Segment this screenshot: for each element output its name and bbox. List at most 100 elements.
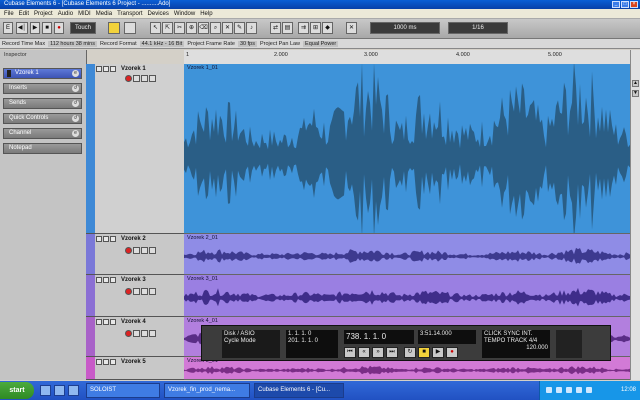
- mute-button[interactable]: [96, 319, 102, 325]
- close-button[interactable]: ×: [630, 1, 638, 8]
- monitor-enable-button[interactable]: [133, 247, 140, 254]
- edit-icon[interactable]: e: [72, 70, 79, 77]
- write-automation-button[interactable]: [149, 247, 156, 254]
- menu-project[interactable]: Project: [34, 11, 53, 17]
- monitor-button[interactable]: [110, 359, 116, 365]
- auto-scroll-icon[interactable]: ⇉: [298, 22, 309, 34]
- mute-button[interactable]: [96, 359, 102, 365]
- track-header-2[interactable]: Vzorek 2: [86, 234, 184, 275]
- erase-tool-icon[interactable]: ⌫: [198, 22, 209, 34]
- taskbar-item-active[interactable]: Cubase Elements 6 - [Cu...: [254, 383, 344, 398]
- snap-icon[interactable]: ⇄: [270, 22, 281, 34]
- color-icon[interactable]: ◆: [322, 22, 333, 34]
- monitor-button[interactable]: [110, 277, 116, 283]
- monitor-enable-button[interactable]: [133, 75, 140, 82]
- primary-time-display[interactable]: 738. 1. 1. 0: [344, 330, 414, 344]
- solo-button[interactable]: [103, 359, 109, 365]
- crossfade-icon[interactable]: ✕: [346, 22, 357, 34]
- read-automation-button[interactable]: [141, 288, 148, 295]
- automation-mode[interactable]: Touch: [70, 22, 96, 34]
- record-enable-button[interactable]: [125, 288, 132, 295]
- record-format-value[interactable]: 44.1 kHz - 16 Bit: [139, 40, 185, 47]
- forward-button[interactable]: »: [372, 347, 384, 358]
- glue-tool-icon[interactable]: ⊕: [186, 22, 197, 34]
- record-enable-button[interactable]: [125, 247, 132, 254]
- inspector-sends[interactable]: Sends ↺: [3, 98, 82, 109]
- grid-icon[interactable]: ⊞: [310, 22, 321, 34]
- left-locator[interactable]: 1. 1. 1. 0: [288, 331, 336, 338]
- track-name[interactable]: Vzorek 3: [121, 277, 146, 283]
- read-automation-button[interactable]: [141, 330, 148, 337]
- go-to-end-button[interactable]: ⏭: [386, 347, 398, 358]
- start-button[interactable]: start: [0, 382, 34, 399]
- mute-tool-icon[interactable]: ✕: [222, 22, 233, 34]
- mute-button[interactable]: [96, 66, 102, 72]
- tray-icon[interactable]: [586, 387, 592, 393]
- menu-edit[interactable]: Edit: [19, 11, 29, 17]
- secondary-time-display[interactable]: 3:51.14.000: [418, 330, 476, 344]
- frame-rate-value[interactable]: 30 fps: [238, 40, 257, 47]
- signature-value[interactable]: 4/4: [529, 338, 537, 344]
- vertical-scrollbar[interactable]: ▲ ▼: [630, 50, 640, 380]
- monitor-button[interactable]: [110, 236, 116, 242]
- quick-launch-icon[interactable]: [40, 385, 51, 396]
- sync-value[interactable]: INT.: [522, 331, 533, 337]
- tempo-display[interactable]: CLICK SYNC INT. TEMPO TRACK 4/4 120.000: [482, 330, 550, 358]
- monitor-button[interactable]: [110, 319, 116, 325]
- bypass-icon[interactable]: ↺: [72, 100, 79, 107]
- snap-type-icon[interactable]: ▤: [282, 22, 293, 34]
- tray-icon[interactable]: [576, 387, 582, 393]
- zoom-tool-icon[interactable]: ⌕: [210, 22, 221, 34]
- timeline-ruler[interactable]: 1 2.000 3.000 4.000 5.000: [184, 50, 630, 65]
- solo-button[interactable]: [103, 277, 109, 283]
- go-to-start-button[interactable]: ◀│: [16, 22, 28, 34]
- record-button[interactable]: ●: [446, 347, 458, 358]
- menu-midi[interactable]: MIDI: [78, 11, 91, 17]
- select-tool-icon[interactable]: ↖: [150, 22, 161, 34]
- stop-button[interactable]: ■: [42, 22, 52, 34]
- write-automation-button[interactable]: [149, 288, 156, 295]
- go-to-start-button[interactable]: ⏮: [344, 347, 356, 358]
- quick-launch-icon[interactable]: [68, 385, 79, 396]
- record-enable-button[interactable]: [125, 330, 132, 337]
- rewind-button[interactable]: «: [358, 347, 370, 358]
- inspector-notepad[interactable]: Notepad: [3, 143, 82, 154]
- track-name[interactable]: Vzorek 1: [121, 66, 146, 72]
- solo-button[interactable]: [103, 236, 109, 242]
- record-button[interactable]: ●: [54, 22, 64, 34]
- inspector-inserts[interactable]: Inserts ↺: [3, 83, 82, 94]
- play-button[interactable]: ▶: [432, 347, 444, 358]
- cycle-button[interactable]: ↻: [404, 347, 416, 358]
- audio-event-1[interactable]: Vzorek 1_01: [184, 64, 630, 234]
- bypass-icon[interactable]: ↺: [72, 115, 79, 122]
- write-automation-button[interactable]: [149, 330, 156, 337]
- draw-tool-icon[interactable]: ✎: [234, 22, 245, 34]
- quick-launch-icon[interactable]: [54, 385, 65, 396]
- stop-button[interactable]: ■: [418, 347, 430, 358]
- track-name[interactable]: Vzorek 4: [121, 319, 146, 325]
- edit-icon[interactable]: e: [72, 130, 79, 137]
- right-locator[interactable]: 201. 1. 1. 0: [288, 338, 336, 345]
- menu-devices[interactable]: Devices: [148, 11, 169, 17]
- maximize-button[interactable]: □: [621, 1, 629, 8]
- track-name[interactable]: Vzorek 2: [121, 236, 146, 242]
- tray-icon[interactable]: [556, 387, 562, 393]
- read-automation-button[interactable]: [141, 247, 148, 254]
- monitor-enable-button[interactable]: [133, 330, 140, 337]
- position-display[interactable]: 1000 ms: [370, 22, 440, 34]
- locators-display[interactable]: 1. 1. 1. 0 201. 1. 1. 0: [286, 330, 338, 358]
- audio-event-2[interactable]: Vzorek 2_01: [184, 234, 630, 275]
- audio-event-3[interactable]: Vzorek 3_01: [184, 275, 630, 317]
- split-tool-icon[interactable]: ✂: [174, 22, 185, 34]
- track-header-5[interactable]: Vzorek 5: [86, 357, 184, 380]
- inspector-quick-controls[interactable]: Quick Controls ↺: [3, 113, 82, 124]
- click-label[interactable]: CLICK: [484, 331, 502, 337]
- read-automation-button[interactable]: [141, 75, 148, 82]
- play-tool-icon[interactable]: ♪: [246, 22, 257, 34]
- taskbar-item[interactable]: SOLOIST: [86, 383, 160, 398]
- minimize-button[interactable]: _: [612, 1, 620, 8]
- menu-media[interactable]: Media: [96, 11, 112, 17]
- tempo-value[interactable]: 120.000: [484, 345, 548, 352]
- inspector-channel[interactable]: Channel e: [3, 128, 82, 139]
- locate-button[interactable]: [124, 22, 136, 34]
